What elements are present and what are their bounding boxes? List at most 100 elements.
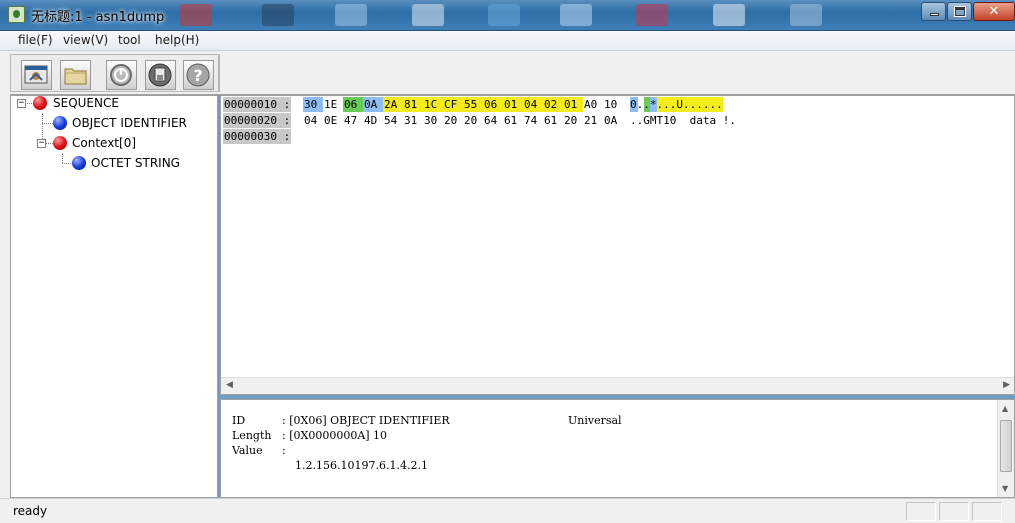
hex-dump-panel[interactable]: 00000010 :30 1E 06 0A 2A 81 1C CF 55 06 01 04 02 01 A0…	[220, 95, 1015, 395]
tree-node-label: SEQUENCE	[53, 96, 119, 110]
disk-button[interactable]	[145, 60, 176, 90]
hex-byte[interactable]: 20	[463, 113, 483, 128]
tree-node-octet-string[interactable]: OCTET STRING	[11, 154, 211, 172]
scroll-up-icon[interactable]: ▲	[1002, 404, 1008, 413]
hex-byte[interactable]: CF	[443, 97, 463, 112]
scroll-down-icon[interactable]: ▼	[1002, 484, 1008, 493]
toolbar-separator	[219, 54, 220, 92]
collapse-toggle[interactable]: −	[37, 139, 46, 148]
vertical-scrollbar[interactable]: ▲ ▼	[997, 400, 1014, 497]
power-button[interactable]	[106, 60, 137, 90]
hex-byte[interactable]: 2A	[383, 97, 403, 112]
hex-byte[interactable]: 20	[443, 113, 463, 128]
horizontal-scrollbar[interactable]: ◀ ▶	[221, 377, 1014, 394]
tree-node-sequence[interactable]: − SEQUENCE	[11, 94, 211, 112]
value-text: 1.2.156.10197.6.1.4.2.1	[295, 459, 428, 472]
tree-node-label: Context[0]	[72, 136, 137, 150]
hex-byte[interactable]: 81	[403, 97, 423, 112]
length-label: Length	[232, 429, 272, 442]
parse-button[interactable]	[21, 60, 52, 90]
status-cell	[906, 502, 936, 521]
scroll-thumb[interactable]	[1000, 420, 1012, 472]
hex-row[interactable]: 00000010 :30 1E 06 0A 2A 81 1C CF 55 06 01 04 02 01 A0…	[223, 97, 1003, 113]
hex-byte[interactable]: A0	[583, 97, 603, 112]
tree-node-context-0[interactable]: − Context[0]	[11, 134, 211, 152]
hex-byte[interactable]: 55	[463, 97, 483, 112]
tree-node-label: OCTET STRING	[91, 156, 180, 170]
hex-byte[interactable]: 54	[383, 113, 403, 128]
menu-view[interactable]: view(V)	[63, 33, 108, 47]
hex-byte[interactable]: 0E	[323, 113, 343, 128]
help-icon: ?	[186, 63, 210, 87]
hex-byte[interactable]: 1C	[423, 97, 443, 112]
hex-byte[interactable]: 21	[583, 113, 603, 128]
primitive-node-icon	[72, 156, 86, 170]
hex-byte[interactable]: 0A	[603, 113, 623, 128]
hex-byte[interactable]: 06	[343, 97, 363, 112]
hex-byte[interactable]: 01	[563, 97, 583, 112]
constructed-node-icon	[33, 96, 47, 110]
length-value: : [0X0000000A] 10	[282, 429, 388, 442]
hex-byte[interactable]: 02	[543, 97, 563, 112]
hex-byte[interactable]: 10	[603, 97, 623, 112]
svg-text:?: ?	[193, 66, 202, 85]
background-taskbar-fragment	[488, 4, 520, 26]
hex-byte[interactable]: 4D	[363, 113, 383, 128]
hex-offset: 00000020 :	[223, 113, 292, 128]
hex-offset: 00000010 :	[223, 97, 292, 112]
tree-node-object-identifier[interactable]: OBJECT IDENTIFIER	[11, 114, 211, 132]
hex-byte[interactable]: 30	[423, 113, 443, 128]
maximize-icon	[954, 6, 966, 17]
menu-help[interactable]: help(H)	[155, 33, 199, 47]
power-icon	[110, 64, 132, 86]
hex-byte[interactable]: 74	[523, 113, 543, 128]
tag-class: Universal	[568, 414, 622, 427]
window-left-edge	[0, 51, 10, 498]
hex-byte[interactable]: 64	[483, 113, 503, 128]
folder-open-icon	[64, 68, 87, 85]
asn1-tree-panel: − SEQUENCE OBJECT IDENTIFIER − Context[0…	[10, 95, 218, 498]
collapse-toggle[interactable]: −	[17, 99, 26, 108]
hex-byte[interactable]: 30	[303, 97, 323, 112]
toolbar: ?	[0, 51, 1015, 95]
id-value: : [0X06] OBJECT IDENTIFIER	[282, 414, 450, 427]
hex-byte[interactable]: 01	[503, 97, 523, 112]
hex-byte[interactable]: 1E	[323, 97, 343, 112]
background-taskbar-fragment	[180, 4, 212, 26]
minimize-button[interactable]	[921, 2, 946, 21]
close-button[interactable]: ✕	[973, 2, 1015, 21]
background-taskbar-fragment	[335, 4, 367, 26]
background-taskbar-fragment	[560, 4, 592, 26]
background-taskbar-fragment	[713, 4, 745, 26]
hex-byte[interactable]: 31	[403, 113, 423, 128]
window-title: 无标题:1 - asn1dump	[31, 10, 165, 25]
hex-byte[interactable]: 04	[523, 97, 543, 112]
background-taskbar-fragment	[636, 4, 668, 26]
menu-tool[interactable]: tool	[118, 33, 141, 47]
scroll-left-icon[interactable]: ◀	[226, 380, 233, 390]
hex-byte[interactable]: 04	[303, 113, 323, 128]
id-label: ID	[232, 414, 246, 427]
scroll-right-icon[interactable]: ▶	[1003, 380, 1010, 390]
menu-bar: file(F) view(V) tool help(H)	[0, 31, 1015, 51]
app-icon	[8, 6, 25, 23]
parse-icon	[24, 65, 48, 84]
background-taskbar-fragment	[790, 4, 822, 26]
hex-byte[interactable]: 06	[483, 97, 503, 112]
hex-byte[interactable]: 61	[503, 113, 523, 128]
hex-byte[interactable]: 47	[343, 113, 363, 128]
hex-row[interactable]: 00000030 :	[223, 129, 1003, 145]
hex-byte[interactable]: 0A	[363, 97, 383, 112]
help-button[interactable]: ?	[183, 60, 214, 90]
toolbar-group: ?	[10, 54, 219, 92]
maximize-button[interactable]	[947, 2, 972, 21]
value-separator: :	[282, 444, 286, 457]
open-button[interactable]	[60, 60, 91, 90]
hex-byte[interactable]: 61	[543, 113, 563, 128]
status-cell	[939, 502, 969, 521]
menu-file[interactable]: file(F)	[18, 33, 53, 47]
status-cell	[972, 502, 1002, 521]
hex-row[interactable]: 00000020 :04 0E 47 4D 54 31 30 20 20 64 61 74 61 20 21…	[223, 113, 1003, 129]
hex-byte[interactable]: 20	[563, 113, 583, 128]
constructed-node-icon	[53, 136, 67, 150]
